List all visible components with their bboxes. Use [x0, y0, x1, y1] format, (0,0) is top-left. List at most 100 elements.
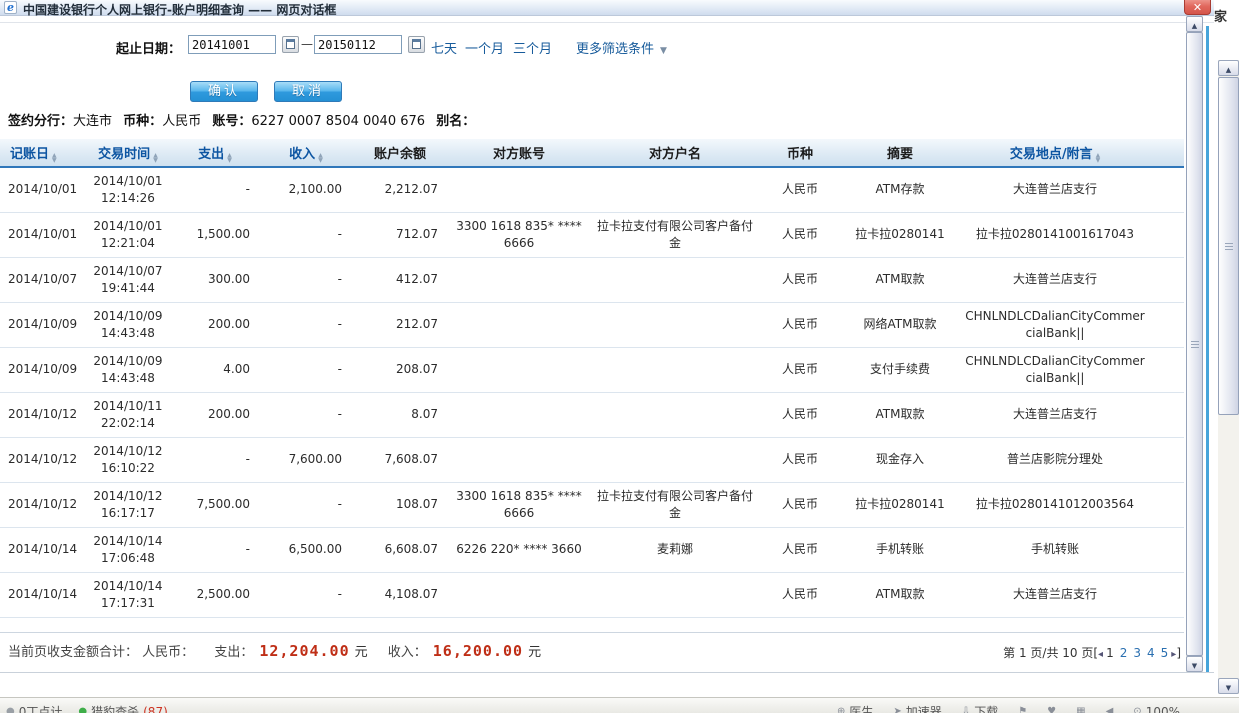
page-link-1[interactable]: 1	[1106, 646, 1114, 660]
cell-4: -	[260, 257, 352, 302]
cell-11	[1150, 482, 1184, 527]
more-filters-link[interactable]: 更多筛选条件▼	[576, 38, 667, 57]
cell-10: 拉卡拉0280141012003564	[960, 482, 1150, 527]
status-item-window[interactable]: ▦	[1076, 706, 1085, 713]
background-window-text: 家	[1214, 6, 1227, 25]
cell-9: 网络ATM取款	[840, 302, 960, 347]
scroll-thumb[interactable]	[1186, 32, 1203, 656]
account-number-label: 账号：	[212, 114, 251, 129]
cell-6	[448, 572, 590, 617]
cell-10: 手机转账	[960, 527, 1150, 572]
column-label: 摘要	[887, 147, 913, 162]
scroll-down-button[interactable]: ▼	[1186, 656, 1203, 672]
cell-3: 7,500.00	[170, 482, 260, 527]
quick-range-1month-link[interactable]: 一个月	[465, 38, 504, 57]
status-item-rocket[interactable]: ➤加速器	[893, 703, 941, 713]
status-item-dot[interactable]: ● 0丁点计	[6, 703, 62, 713]
cell-5: 4,108.07	[352, 572, 448, 617]
page-link-3[interactable]: 3	[1133, 646, 1141, 660]
column-header-6: 对方账号	[448, 139, 590, 167]
column-label: 账户余额	[374, 147, 426, 162]
scroll-up-button[interactable]: ▲	[1186, 16, 1203, 32]
cell-9: 拉卡拉0280141	[840, 482, 960, 527]
status-item-zoom[interactable]: ⊙100%	[1133, 705, 1180, 713]
totals-currency-label: 人民币：	[142, 645, 194, 660]
cell-11	[1150, 437, 1184, 482]
column-header-1[interactable]: 记账日▲▼	[0, 139, 86, 167]
cell-4: -	[260, 572, 352, 617]
browser-scroll-down-button[interactable]: ▼	[1218, 678, 1239, 694]
status-item-label: 0丁点计	[19, 703, 63, 713]
column-label: 收入	[289, 147, 315, 162]
start-date-calendar-button[interactable]	[282, 36, 299, 53]
cell-10: 普兰店影院分理处	[960, 437, 1150, 482]
transaction-row: 2014/10/092014/10/09 14:43:484.00-208.07…	[0, 347, 1184, 392]
cell-5: 8.07	[352, 392, 448, 437]
calendar-icon	[286, 39, 295, 49]
confirm-button[interactable]: 确认	[190, 81, 258, 102]
page-link-2[interactable]: 2	[1120, 646, 1128, 660]
start-date-input[interactable]	[188, 35, 276, 54]
browser-scroll-up-button[interactable]: ▲	[1218, 60, 1239, 76]
dot-icon: ●	[6, 706, 15, 713]
arrow-up-icon: ▲	[1226, 66, 1231, 74]
dialog-window: e 中国建设银行个人网上银行-账户明细查询 —— 网页对话框 ✕ 家 起止日期：…	[0, 0, 1239, 713]
cell-8: 人民币	[760, 302, 840, 347]
statusbar-left: ● 0丁点计 ●猎豹查杀(87)	[6, 703, 168, 713]
end-date-calendar-button[interactable]	[408, 36, 425, 53]
cell-6	[448, 347, 590, 392]
totals-summary: 当前页收支金额合计： 人民币： 支出：12,204.00元 收入：16,200.…	[8, 641, 541, 660]
quick-range-7days-link[interactable]: 七天	[431, 38, 457, 57]
status-item-heart[interactable]: ♥	[1047, 706, 1056, 713]
shield-icon: ●	[78, 706, 87, 713]
end-date-input[interactable]	[314, 35, 402, 54]
cell-10: CHNLNDLCDalianCityCommercialBank||	[960, 347, 1150, 392]
column-label: 记账日	[10, 147, 49, 162]
status-badge: (87)	[143, 705, 168, 713]
cell-11	[1150, 167, 1184, 212]
cancel-button[interactable]: 取消	[274, 81, 342, 102]
status-item-download[interactable]: ⇩下载	[962, 703, 998, 713]
cell-5: 712.07	[352, 212, 448, 257]
page-link-5[interactable]: 5	[1161, 646, 1169, 660]
cell-3: 2,500.00	[170, 572, 260, 617]
statusbar-right: ⊕医生 ➤加速器 ⇩下载 ⚑ ♥ ▦ ◀ ⊙100%	[837, 703, 1180, 713]
status-item-speaker[interactable]: ◀	[1106, 706, 1114, 713]
cell-6: 6226 220* **** 3660	[448, 527, 590, 572]
dialog-edge-accent	[1206, 26, 1209, 672]
dialog-scrollbar[interactable]: ▲ ▼	[1186, 16, 1203, 672]
status-item-shield[interactable]: ●猎豹查杀(87)	[78, 703, 167, 713]
pagination: 第 1 页/共 10 页[◂12345▸]	[1003, 644, 1181, 661]
column-header-2[interactable]: 交易时间▲▼	[86, 139, 170, 167]
account-number-value: 6227 0007 8504 0040 676	[251, 114, 425, 129]
totals-label: 当前页收支金额合计：	[8, 645, 138, 660]
cell-2: 2014/10/12 16:17:17	[86, 482, 170, 527]
browser-scrollbar[interactable]: ▲ ▼	[1218, 60, 1239, 694]
cell-8: 人民币	[760, 482, 840, 527]
cell-5: 208.07	[352, 347, 448, 392]
browser-scroll-thumb[interactable]	[1218, 77, 1239, 415]
cell-6	[448, 167, 590, 212]
quick-range-3months-link[interactable]: 三个月	[513, 38, 552, 57]
close-button[interactable]: ✕	[1184, 0, 1211, 15]
status-item-medical[interactable]: ⊕医生	[837, 703, 873, 713]
column-header-5: 账户余额	[352, 139, 448, 167]
cell-8: 人民币	[760, 437, 840, 482]
page-link-4[interactable]: 4	[1147, 646, 1155, 660]
column-header-10[interactable]: 交易地点/附言▲▼	[960, 139, 1150, 167]
transaction-row: 2014/10/012014/10/01 12:21:041,500.00-71…	[0, 212, 1184, 257]
cell-10: 拉卡拉0280141001617043	[960, 212, 1150, 257]
column-header-4[interactable]: 收入▲▼	[260, 139, 352, 167]
cell-3: 1,500.00	[170, 212, 260, 257]
cell-7: 拉卡拉支付有限公司客户备付金	[590, 212, 760, 257]
dialog-frame-line	[0, 22, 1214, 23]
table-header-row: 记账日▲▼交易时间▲▼支出▲▼收入▲▼账户余额对方账号对方户名币种摘要交易地点/…	[0, 139, 1184, 167]
calendar-icon	[412, 39, 421, 49]
cell-2: 2014/10/01 12:14:26	[86, 167, 170, 212]
status-item-flag[interactable]: ⚑	[1018, 706, 1027, 713]
column-header-3[interactable]: 支出▲▼	[170, 139, 260, 167]
cell-11	[1150, 347, 1184, 392]
transaction-row: 2014/10/122014/10/12 16:17:177,500.00-10…	[0, 482, 1184, 527]
cell-11	[1150, 527, 1184, 572]
cell-9: ATM取款	[840, 257, 960, 302]
